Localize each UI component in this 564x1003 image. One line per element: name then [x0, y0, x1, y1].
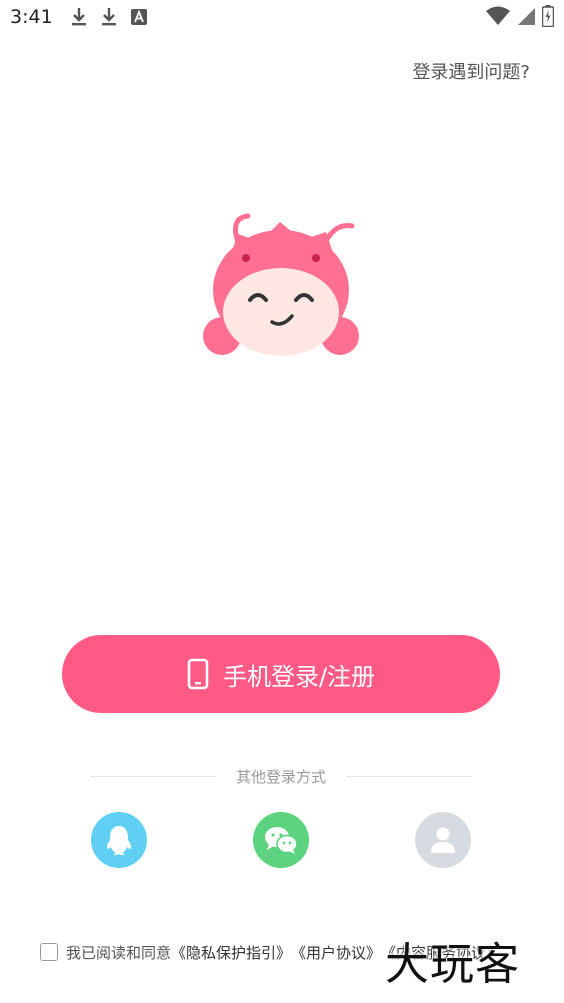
wechat-icon — [264, 825, 298, 855]
agreement-checkbox[interactable] — [40, 943, 58, 961]
user-agreement-link[interactable]: 《用户协议》 — [291, 942, 381, 963]
guest-login-button[interactable] — [415, 812, 471, 868]
phone-icon — [187, 658, 209, 690]
status-bar: 3:41 — [0, 0, 564, 34]
download-icon — [101, 7, 117, 27]
login-help-link[interactable]: 登录遇到问题? — [412, 58, 530, 84]
phone-login-button[interactable]: 手机登录/注册 — [62, 635, 500, 713]
watermark-logo: 大玩客 — [385, 939, 520, 990]
qq-icon — [104, 824, 134, 856]
wechat-login-button[interactable] — [253, 812, 309, 868]
phone-login-label: 手机登录/注册 — [222, 662, 376, 691]
mascot-logo — [203, 213, 359, 356]
privacy-policy-link[interactable]: 《隐私保护指引》 — [171, 942, 291, 963]
user-icon — [430, 826, 456, 854]
agreement-prefix: 我已阅读和同意 — [66, 943, 172, 962]
status-icons-left — [71, 7, 147, 27]
other-login-divider: 其他登录方式 — [90, 764, 473, 788]
wifi-icon — [486, 6, 510, 26]
download-icon — [71, 7, 87, 27]
divider-line-right — [346, 775, 473, 777]
accessibility-icon — [130, 9, 147, 25]
status-time: 3:41 — [10, 6, 53, 28]
divider-line-left — [90, 775, 216, 777]
battery-icon — [542, 5, 554, 27]
signal-icon — [516, 6, 536, 26]
status-icons-right — [486, 5, 554, 27]
other-login-label: 其他登录方式 — [236, 767, 327, 786]
qq-login-button[interactable] — [91, 812, 147, 868]
